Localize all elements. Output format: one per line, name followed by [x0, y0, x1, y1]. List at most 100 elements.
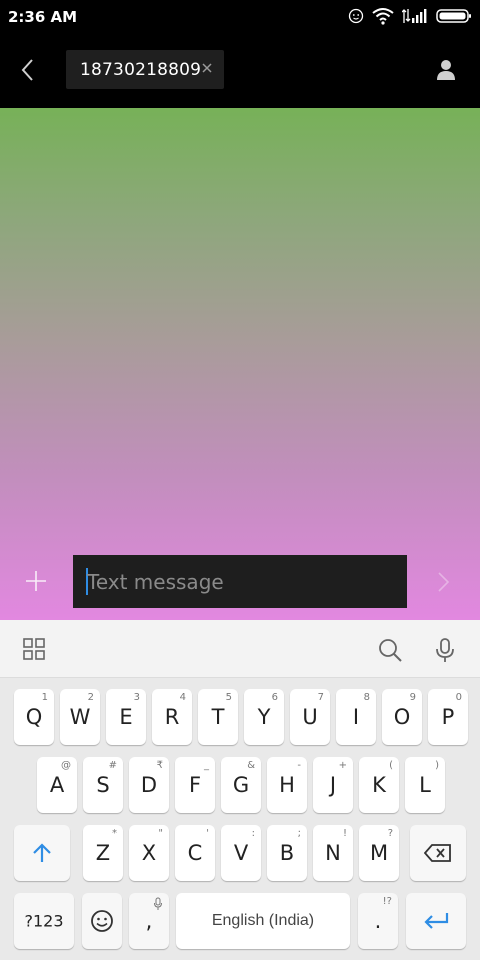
- key-label: V: [233, 841, 249, 865]
- shift-arrow-icon: [33, 843, 51, 862]
- key-label: E: [119, 705, 133, 729]
- smiley-status-icon: [348, 8, 364, 24]
- chevron-left-icon: [21, 59, 33, 81]
- keyboard-toolbar: [0, 620, 480, 678]
- apps-grid-button[interactable]: [22, 637, 48, 663]
- key-hint: #: [108, 760, 117, 771]
- key-label: K: [372, 773, 386, 797]
- key-hint: !: [342, 828, 347, 839]
- remove-recipient-button[interactable]: [200, 61, 214, 75]
- key-w[interactable]: 2W: [60, 689, 100, 745]
- keyboard-search-button[interactable]: [377, 637, 403, 663]
- key-label: G: [232, 773, 250, 797]
- keyboard: 1Q 2W 3E 4R 5T 6Y 7U 8I 9O 0P @ A # S ₹ D _…: [0, 620, 480, 960]
- key-hint: :: [251, 828, 255, 839]
- key-y[interactable]: 6Y: [244, 689, 284, 745]
- key-hint: 9: [409, 692, 416, 703]
- key-d[interactable]: ₹ D: [129, 757, 169, 813]
- key-x[interactable]: " X: [129, 825, 169, 881]
- key-label: A: [49, 773, 65, 797]
- emoji-key[interactable]: [82, 893, 122, 949]
- key-m[interactable]: ? M: [359, 825, 399, 881]
- key-a[interactable]: @ A: [37, 757, 77, 813]
- key-i[interactable]: 8I: [336, 689, 376, 745]
- key-label: Q: [25, 705, 43, 729]
- key-z[interactable]: * Z: [83, 825, 123, 881]
- key-label: J: [329, 773, 337, 797]
- person-icon: [437, 60, 455, 80]
- key-hint: 3: [133, 692, 140, 703]
- key-label: F: [188, 773, 202, 797]
- key-u[interactable]: 7U: [290, 689, 330, 745]
- key-hint: *: [112, 828, 117, 839]
- period-key[interactable]: !?.: [358, 893, 398, 949]
- enter-key[interactable]: [406, 893, 466, 949]
- contact-button[interactable]: [434, 58, 458, 82]
- key-h[interactable]: -H: [267, 757, 307, 813]
- key-label: ?123: [24, 911, 64, 931]
- key-hint: 2: [87, 692, 94, 703]
- key-hint: -: [297, 760, 301, 771]
- key-label: .: [374, 909, 382, 933]
- key-label: T: [211, 705, 225, 729]
- voice-input-button[interactable]: [433, 637, 459, 663]
- search-icon: [379, 639, 402, 662]
- key-label: O: [393, 705, 411, 729]
- key-f[interactable]: _ F: [175, 757, 215, 813]
- key-b[interactable]: ; B: [267, 825, 307, 881]
- close-icon: [202, 63, 212, 73]
- key-l[interactable]: ) L: [405, 757, 445, 813]
- space-key[interactable]: English (India): [176, 893, 350, 949]
- attach-button[interactable]: [22, 567, 50, 595]
- key-r[interactable]: 4R: [152, 689, 192, 745]
- key-hint: &: [247, 760, 255, 771]
- plus-icon: [26, 571, 46, 591]
- comma-key[interactable]: ,: [129, 893, 169, 949]
- key-n[interactable]: ! N: [313, 825, 353, 881]
- status-time: 2:36 AM: [8, 8, 78, 26]
- key-hint: ': [206, 828, 209, 839]
- key-hint: 1: [41, 692, 48, 703]
- key-p[interactable]: 0P: [428, 689, 468, 745]
- key-hint: ?: [387, 828, 393, 839]
- key-label: P: [441, 705, 455, 729]
- key-o[interactable]: 9O: [382, 689, 422, 745]
- key-hint: 4: [179, 692, 186, 703]
- key-k[interactable]: (K: [359, 757, 399, 813]
- message-input[interactable]: Text message: [73, 555, 407, 608]
- key-hint: ": [158, 828, 163, 839]
- key-hint: !?: [382, 896, 392, 907]
- recipient-number: 18730218809: [80, 59, 202, 80]
- shift-key[interactable]: [14, 825, 70, 881]
- back-button[interactable]: [14, 56, 42, 84]
- enter-arrow-icon: [424, 913, 449, 929]
- symbols-key[interactable]: ?123: [14, 893, 74, 949]
- key-hint: 0: [455, 692, 462, 703]
- key-label: R: [164, 705, 180, 729]
- key-g[interactable]: & G: [221, 757, 261, 813]
- backspace-key[interactable]: [410, 825, 466, 881]
- key-label: H: [279, 773, 295, 797]
- key-j[interactable]: + J: [313, 757, 353, 813]
- message-placeholder: Text message: [87, 570, 224, 594]
- key-v[interactable]: :V: [221, 825, 261, 881]
- key-label: D: [140, 773, 158, 797]
- recipient-chip[interactable]: 18730218809: [66, 50, 224, 89]
- grid-icon: [23, 638, 45, 660]
- key-label: S: [96, 773, 110, 797]
- key-c[interactable]: ' C: [175, 825, 215, 881]
- key-label: L: [419, 773, 431, 797]
- key-q[interactable]: 1Q: [14, 689, 54, 745]
- key-label: I: [352, 705, 360, 729]
- status-icons: [348, 7, 472, 25]
- key-label: Y: [257, 705, 271, 729]
- key-hint: (: [389, 760, 393, 771]
- wifi-icon: [372, 7, 394, 25]
- key-e[interactable]: 3E: [106, 689, 146, 745]
- key-s[interactable]: # S: [83, 757, 123, 813]
- key-t[interactable]: 5T: [198, 689, 238, 745]
- conversation-area: Text message: [0, 108, 480, 620]
- send-button[interactable]: [434, 568, 454, 596]
- chevron-right-icon: [438, 572, 450, 592]
- key-hint: 5: [225, 692, 232, 703]
